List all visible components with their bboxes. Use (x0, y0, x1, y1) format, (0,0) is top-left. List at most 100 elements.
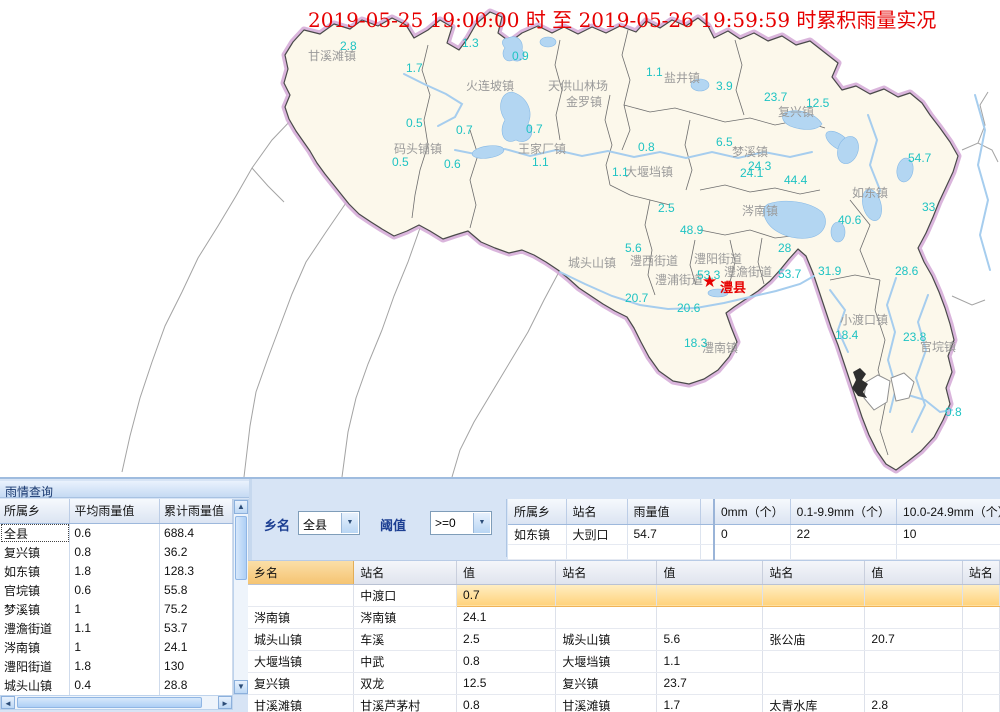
cell[interactable]: 24.1 (160, 638, 233, 657)
cell[interactable] (865, 584, 963, 606)
cell[interactable] (962, 628, 999, 650)
table-row[interactable]: 官垸镇0.655.8 (0, 581, 233, 600)
cell[interactable]: 12.5 (457, 672, 556, 694)
cell[interactable]: 复兴镇 (248, 672, 354, 694)
cell[interactable]: 128.3 (160, 562, 233, 581)
cell[interactable]: 1.7 (657, 694, 763, 712)
cell[interactable] (897, 544, 1000, 559)
left-table-vscrollbar[interactable]: ▲ ▼ (233, 499, 249, 695)
column-header[interactable]: 所属乡 (0, 499, 70, 523)
table-row[interactable] (508, 544, 713, 559)
cell[interactable]: 0.8 (457, 694, 556, 712)
cell[interactable]: 中武 (354, 650, 457, 672)
table-row[interactable]: 如东镇1.8128.3 (0, 562, 233, 581)
cell[interactable]: 0.6 (70, 581, 160, 600)
column-header[interactable]: 10.0-24.9mm（个） (897, 499, 1000, 524)
cell[interactable]: 24.1 (457, 606, 556, 628)
cell[interactable]: 36.2 (160, 543, 233, 562)
cell[interactable]: 1 (70, 600, 160, 619)
table-row[interactable]: 城头山镇0.428.8 (0, 676, 233, 695)
cell[interactable]: 0 (714, 524, 790, 544)
cell[interactable] (248, 584, 354, 606)
cell[interactable]: 如东镇 (508, 524, 566, 544)
cell[interactable] (714, 544, 790, 559)
cell[interactable] (657, 606, 763, 628)
cell[interactable]: 2.5 (457, 628, 556, 650)
table-row[interactable]: 02210 (714, 524, 1000, 544)
cell[interactable] (763, 650, 865, 672)
cell[interactable] (865, 606, 963, 628)
cell[interactable] (763, 584, 865, 606)
cell[interactable] (962, 672, 999, 694)
cell[interactable] (657, 584, 763, 606)
cell[interactable] (763, 672, 865, 694)
column-header[interactable]: 站名 (556, 561, 657, 584)
column-header[interactable]: 0.1-9.9mm（个） (790, 499, 896, 524)
table-row[interactable]: 梦溪镇175.2 (0, 600, 233, 619)
cell[interactable]: 澧澹街道 (0, 619, 70, 638)
table-row[interactable]: 如东镇大剅口54.7 (508, 524, 713, 544)
cell[interactable]: 130 (160, 657, 233, 676)
cell[interactable]: 1 (70, 638, 160, 657)
cell[interactable]: 28.8 (160, 676, 233, 695)
column-header[interactable]: 所属乡 (508, 499, 566, 524)
table-row[interactable]: 涔南镇124.1 (0, 638, 233, 657)
table-row[interactable]: 涔南镇涔南镇24.1 (248, 606, 1000, 628)
cell[interactable]: 张公庙 (763, 628, 865, 650)
scroll-down-arrow[interactable]: ▼ (234, 680, 248, 694)
cell[interactable]: 0.4 (70, 676, 160, 695)
cell[interactable]: 53.7 (160, 619, 233, 638)
table-row[interactable]: 复兴镇双龙12.5复兴镇23.7 (248, 672, 1000, 694)
chevron-down-icon[interactable]: ▼ (473, 513, 490, 533)
cell[interactable]: 涔南镇 (248, 606, 354, 628)
cell[interactable]: 双龙 (354, 672, 457, 694)
column-header[interactable]: 乡名 (248, 561, 354, 584)
column-header[interactable]: 站名 (566, 499, 627, 524)
cell[interactable] (700, 524, 713, 544)
table-row[interactable]: 全县0.6688.4 (0, 523, 233, 543)
cell[interactable]: 复兴镇 (556, 672, 657, 694)
cell[interactable] (962, 694, 999, 712)
cell[interactable]: 城头山镇 (556, 628, 657, 650)
cell[interactable] (962, 650, 999, 672)
column-header[interactable]: 值 (865, 561, 963, 584)
cell[interactable]: 1.1 (657, 650, 763, 672)
cell[interactable]: 甘溪芦茅村 (354, 694, 457, 712)
column-header[interactable]: 累计雨量值 (160, 499, 233, 523)
cell[interactable] (865, 650, 963, 672)
column-header[interactable] (700, 499, 713, 524)
cell[interactable]: 梦溪镇 (0, 600, 70, 619)
column-header[interactable]: 值 (457, 561, 556, 584)
cell[interactable]: 大堰垱镇 (248, 650, 354, 672)
table-row[interactable] (714, 544, 1000, 559)
cell[interactable]: 大剅口 (566, 524, 627, 544)
cell[interactable]: 太青水库 (763, 694, 865, 712)
column-header[interactable]: 站名 (354, 561, 457, 584)
cell[interactable]: 2.8 (865, 694, 963, 712)
column-header[interactable]: 0mm（个） (714, 499, 790, 524)
cell[interactable]: 官垸镇 (0, 581, 70, 600)
column-header[interactable]: 站名 (763, 561, 865, 584)
chevron-down-icon[interactable]: ▼ (341, 513, 358, 533)
cell[interactable]: 城头山镇 (0, 676, 70, 695)
column-header[interactable]: 站名 (962, 561, 999, 584)
cell[interactable]: 大堰垱镇 (556, 650, 657, 672)
cell[interactable]: 1.1 (70, 619, 160, 638)
scroll-right-arrow[interactable]: ► (218, 696, 232, 709)
cell[interactable]: 22 (790, 524, 896, 544)
cell[interactable]: 0.8 (70, 543, 160, 562)
cell[interactable]: 23.7 (657, 672, 763, 694)
cell[interactable] (556, 606, 657, 628)
cell[interactable]: 688.4 (160, 523, 233, 543)
cell[interactable]: 复兴镇 (0, 543, 70, 562)
cell[interactable]: 20.7 (865, 628, 963, 650)
cell[interactable]: 0.8 (457, 650, 556, 672)
cell[interactable] (566, 544, 627, 559)
cell[interactable] (962, 606, 999, 628)
cell[interactable]: 城头山镇 (248, 628, 354, 650)
cell[interactable] (700, 544, 713, 559)
cell[interactable]: 甘溪滩镇 (248, 694, 354, 712)
cell[interactable]: 1.8 (70, 657, 160, 676)
table-row[interactable]: 澧澹街道1.153.7 (0, 619, 233, 638)
scroll-up-arrow[interactable]: ▲ (234, 500, 248, 514)
